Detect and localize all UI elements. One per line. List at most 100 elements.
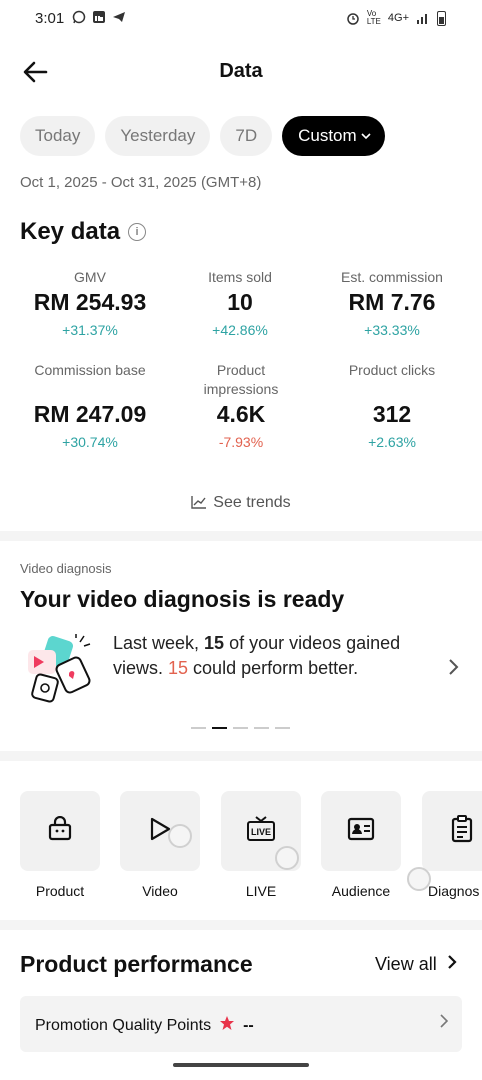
notification-icons [72,10,126,24]
video-diagnosis-title: Your video diagnosis is ready [20,586,345,612]
tool-diagnosis-tile [422,791,482,871]
video-diagnosis-label: Video diagnosis [20,561,112,576]
live-tv-icon: LIVE [246,815,276,848]
tool-label: Audience [331,883,391,899]
chevron-right-icon[interactable] [448,656,460,682]
metric-est-commission[interactable]: Est. commission RM 7.76 +33.33% [312,268,472,338]
carousel-dot[interactable] [191,727,206,729]
network-type: 4G+ [387,12,409,24]
promotion-quality-points-row[interactable]: Promotion Quality Points -- [20,996,462,1052]
chip-today[interactable]: Today [20,116,96,156]
tool-audience-tile [321,791,401,871]
metric-label: Items sold [208,269,272,285]
date-range: Oct 1, 2025 - Oct 31, 2025 (GMT+8) [20,174,262,191]
carousel-indicator [191,727,290,729]
battery-icon [437,10,446,26]
clipboard-icon [450,814,474,848]
key-data-heading: Key data i [20,218,147,246]
carousel-dot[interactable] [275,727,290,729]
tool-video-tile [120,791,200,871]
metric-label: Commission base [34,362,146,378]
metric-change: +30.74% [62,434,118,450]
see-trends-label: See trends [213,494,291,511]
telegram-icon [112,10,126,24]
chip-custom-label: Custom [298,126,357,145]
chip-custom[interactable]: Custom [282,116,385,156]
message-part: Last week, [113,633,205,653]
metric-value: RM 7.76 [348,289,436,315]
product-performance-title: Product performance [20,951,253,977]
pqp-label-group: Promotion Quality Points -- [35,1015,254,1036]
metric-change: +2.63% [368,434,416,450]
tool-product[interactable]: Product [20,791,100,899]
metric-change: +33.33% [364,322,420,338]
info-icon[interactable]: i [128,223,147,241]
chevron-down-icon [361,129,371,143]
tool-product-tile [20,791,100,871]
metric-gmv[interactable]: GMV RM 254.93 +31.37% [10,268,170,338]
touch-indicator [168,824,192,848]
key-data-title: Key data [20,218,121,245]
metric-label: Est. commission [341,269,443,285]
shopping-bag-icon [47,815,73,847]
tool-label: Video [142,883,178,899]
metric-product-impressions[interactable]: Product impressions 4.6K -7.93% [161,361,321,450]
see-trends-link[interactable]: See trends [0,494,482,514]
tool-audience[interactable]: Audience [321,791,401,899]
tool-live[interactable]: LIVE LIVE [221,791,301,899]
svg-text:LIVE: LIVE [251,827,271,837]
tool-video[interactable]: Video [120,791,200,899]
volte-icon: Vo LTE [366,9,381,26]
videos-gained-count: 15 [204,633,225,653]
carousel-dot[interactable] [233,727,248,729]
linkedin-icon [92,10,106,24]
metric-value: 4.6K [216,401,266,427]
metric-value: RM 254.93 [33,289,147,315]
video-diagnosis-illustration-icon [18,632,100,704]
whatsapp-icon [72,10,86,24]
date-filter-chips: Today Yesterday 7D Custom [20,116,385,156]
tool-label: Product [35,883,85,899]
chip-yesterday[interactable]: Yesterday [105,116,211,156]
status-time: 3:01 [35,10,65,27]
tool-label: Diagnos [428,883,480,899]
home-indicator[interactable] [173,1063,309,1067]
videos-improve-count: 15 [168,658,189,678]
metric-product-clicks[interactable]: Product clicks 312 +2.63% [312,361,472,450]
metric-value: 10 [227,289,253,315]
metric-label: Product impressions [203,362,279,397]
chevron-right-icon [447,954,457,975]
trend-chart-icon [191,495,207,514]
metric-label: GMV [74,269,106,285]
metric-value: 312 [372,401,412,427]
view-all-link[interactable]: View all [375,954,457,975]
section-divider [0,531,482,541]
page-title: Data [219,60,263,82]
tool-diagnosis[interactable]: Diagnos [422,791,482,899]
chevron-right-icon [440,1012,449,1033]
signal-icon [416,11,430,25]
metric-commission-base[interactable]: Commission base RM 247.09 +30.74% [10,361,170,450]
star-icon [219,1015,235,1036]
pqp-value: -- [243,1016,254,1034]
alarm-icon [346,11,360,25]
tool-live-tile: LIVE [221,791,301,871]
status-bar: 3:01 Vo LTE 4G+ [0,0,482,40]
metric-items-sold[interactable]: Items sold 10 +42.86% [160,268,320,338]
tool-label: LIVE [245,883,277,899]
carousel-dot[interactable] [254,727,269,729]
chip-7d[interactable]: 7D [220,116,273,156]
id-card-icon [347,817,375,846]
section-divider [0,751,482,761]
carousel-dot-active[interactable] [212,727,227,729]
metric-value: RM 247.09 [33,401,147,427]
touch-indicator [275,846,299,870]
metric-change: +42.86% [212,322,268,338]
pqp-label: Promotion Quality Points [35,1016,212,1034]
touch-indicator [407,867,431,891]
view-all-label: View all [375,954,437,974]
metric-label: Product clicks [348,362,436,378]
video-diagnosis-message: Last week, 15 of your videos gained view… [113,631,433,681]
section-divider [0,920,482,930]
message-part: could perform better. [188,658,359,678]
